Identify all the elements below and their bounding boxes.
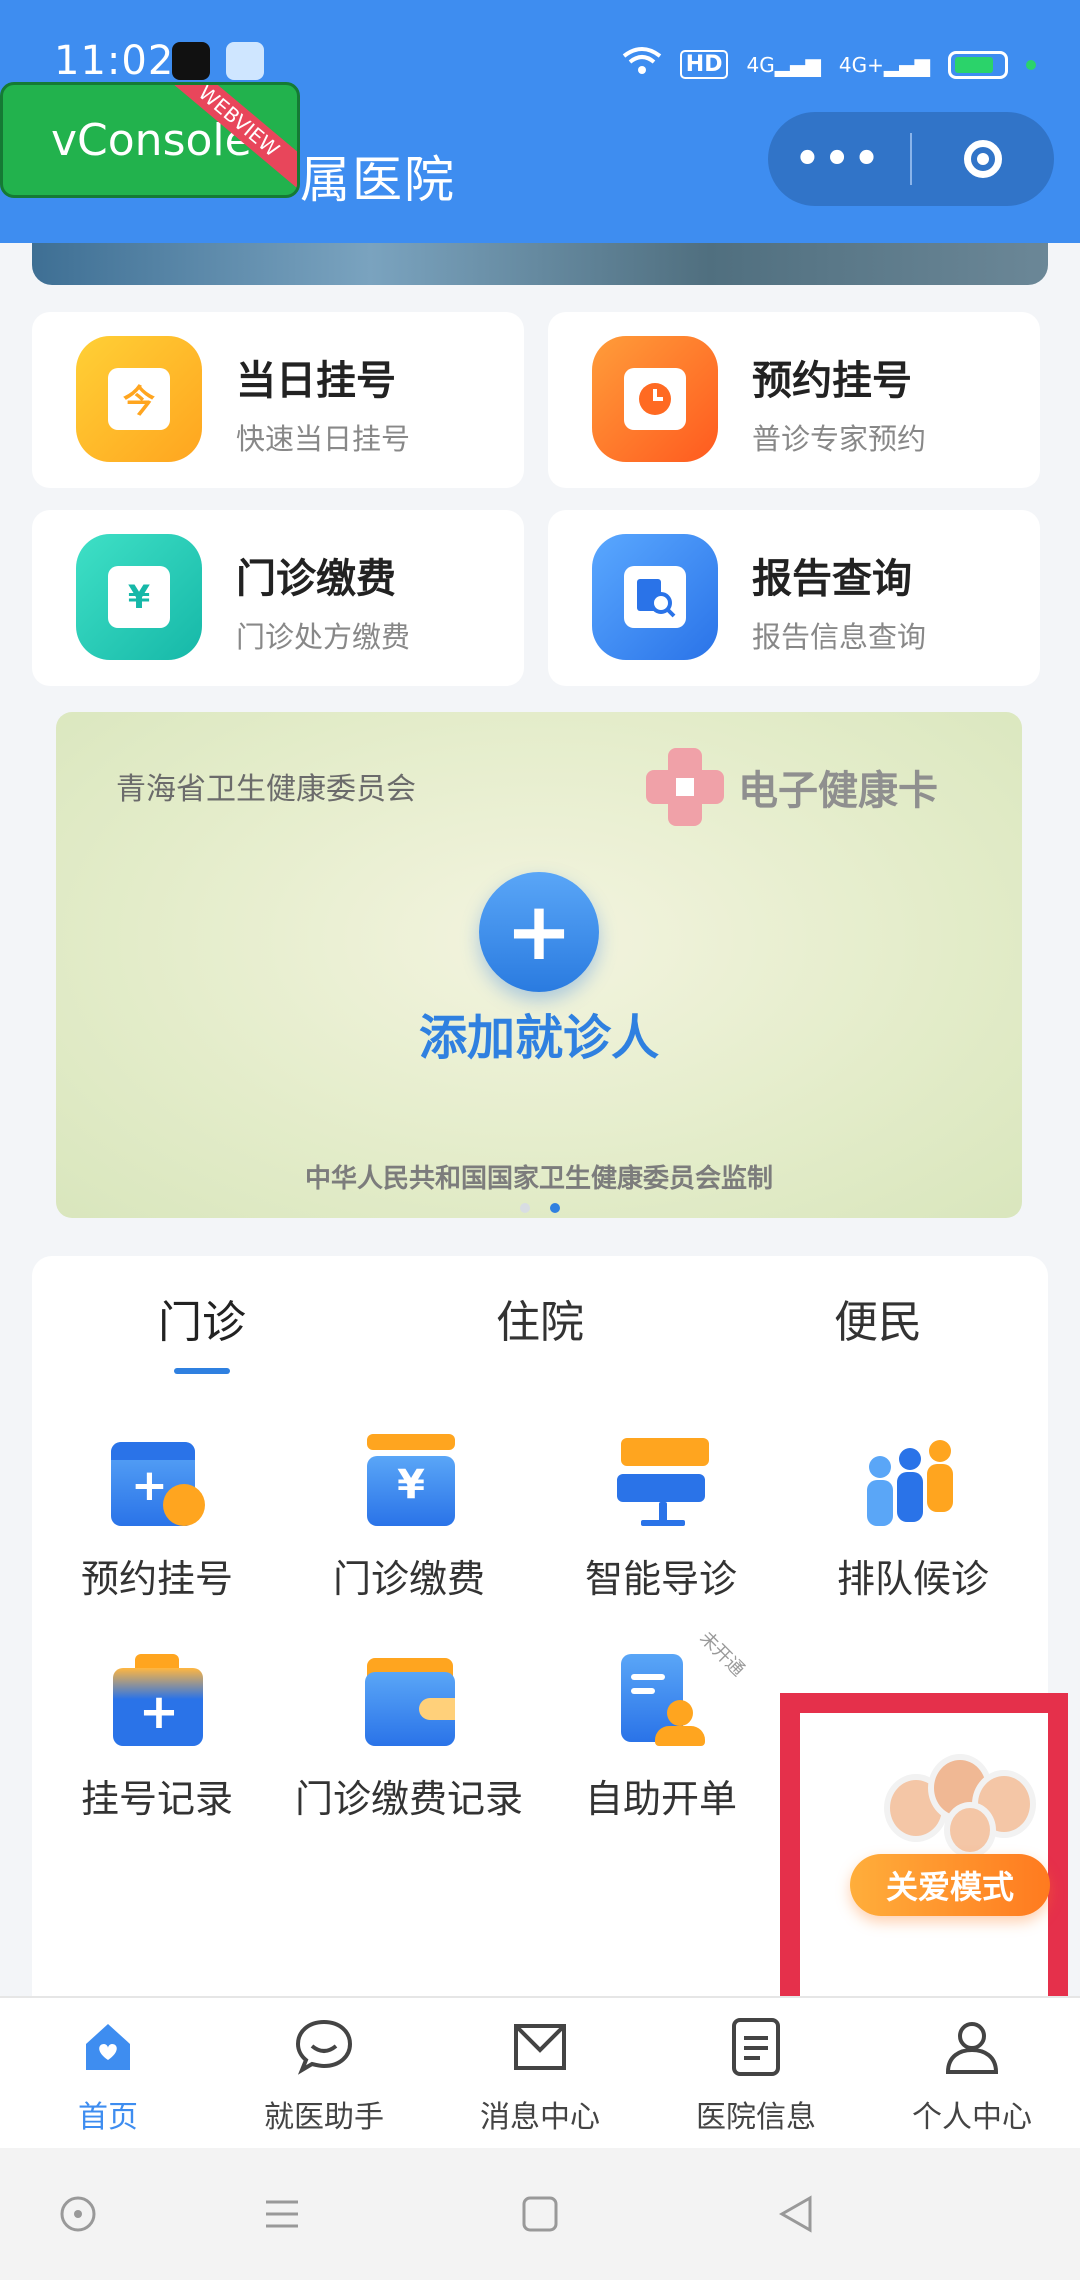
vconsole-button[interactable]: vConsole WEBVIEW (0, 82, 300, 198)
add-patient-label[interactable]: 添加就诊人 (56, 998, 1022, 1068)
service-label: 排队候诊 (836, 1557, 989, 1601)
qq-app-icon (172, 42, 210, 80)
calendar-today-icon: 今 (76, 336, 202, 462)
care-mode-button[interactable]: 关爱模式 (850, 1854, 1050, 1916)
service-smart-guide[interactable]: 智能导诊 (536, 1434, 786, 1603)
battery-icon (948, 50, 1008, 79)
tab-underline (174, 1368, 230, 1374)
status-time: 11:02 (54, 38, 175, 84)
report-search-icon (592, 534, 718, 660)
nav-messages[interactable]: 消息中心 (432, 2016, 648, 2136)
health-card-logo: 电子健康卡 (646, 748, 938, 826)
bottom-nav: 首页 就医助手 消息中心 医院信息 个人中心 (0, 1996, 1080, 2150)
service-label: 智能导诊 (584, 1557, 737, 1601)
wallet-icon (363, 1654, 455, 1746)
case-plus-icon: + (111, 1654, 203, 1746)
nav-hospital-info[interactable]: 医院信息 (648, 2016, 864, 2136)
health-card-issuer: 青海省卫生健康委员会 (116, 772, 416, 807)
more-icon[interactable]: ••• (768, 136, 910, 182)
home-heart-icon (78, 2016, 138, 2076)
close-miniprogram-icon[interactable] (912, 140, 1054, 178)
service-label: 自助开单 (584, 1777, 737, 1821)
chat-bubble-icon (294, 2016, 354, 2076)
quick-card-title: 当日挂号 (236, 358, 396, 404)
service-queue[interactable]: 排队候诊 (788, 1434, 1038, 1603)
health-card-footer: 中华人民共和国国家卫生健康委员会监制 (304, 1164, 773, 1194)
nav-label: 消息中心 (480, 2100, 600, 2135)
yen-box-icon: ¥ (363, 1434, 455, 1526)
tab-outpatient[interactable]: 门诊 (158, 1286, 246, 1350)
miniprogram-capsule: ••• (768, 112, 1054, 206)
back-triangle-icon[interactable] (776, 2194, 816, 2238)
nav-label: 就医助手 (264, 2100, 384, 2135)
quick-card-title: 报告查询 (752, 556, 912, 602)
red-cross-icon (646, 748, 724, 826)
page-title: 属医院 (300, 151, 456, 209)
payment-box-icon: ¥ (76, 534, 202, 660)
nav-label: 首页 (78, 2100, 138, 2135)
queue-people-icon (867, 1434, 959, 1526)
service-registration-records[interactable]: + 挂号记录 (32, 1654, 282, 1823)
charging-dot (1026, 59, 1036, 70)
service-label: 挂号记录 (80, 1777, 233, 1821)
nav-profile[interactable]: 个人中心 (864, 2016, 1080, 2136)
nav-label: 个人中心 (912, 2100, 1032, 2135)
service-self-order[interactable]: 未开通 自助开单 (536, 1628, 786, 1823)
elderly-family-icon (868, 1740, 1038, 1860)
electronic-health-card[interactable]: 青海省卫生健康委员会 电子健康卡 + 添加就诊人 中华人民共和国国家卫生健康委员… (56, 712, 1022, 1218)
quick-card-subtitle: 普诊专家预约 (752, 422, 927, 456)
carousel-dot-active[interactable] (550, 1203, 560, 1213)
quick-card-same-day-registration[interactable]: 今 当日挂号 快速当日挂号 (32, 312, 524, 488)
quick-card-subtitle: 门诊处方缴费 (236, 620, 411, 654)
assistant-circle-icon[interactable] (58, 2194, 98, 2238)
service-outpatient-payment[interactable]: ¥ 门诊缴费 (284, 1434, 534, 1603)
hd-badge: HD (679, 50, 729, 79)
app-notification-icon (226, 42, 264, 80)
service-payment-records[interactable]: 门诊缴费记录 (284, 1654, 534, 1823)
service-label: 预约挂号 (80, 1557, 233, 1601)
quick-card-title: 预约挂号 (752, 358, 912, 404)
person-icon (942, 2016, 1002, 2076)
service-label: 门诊缴费记录 (294, 1777, 523, 1821)
mail-icon (510, 2016, 570, 2076)
quick-card-subtitle: 快速当日挂号 (236, 422, 411, 456)
nav-medical-assistant[interactable]: 就医助手 (216, 2016, 432, 2136)
quick-card-subtitle: 报告信息查询 (752, 620, 927, 654)
home-square-icon[interactable] (520, 2194, 560, 2238)
status-icons: HD 4G▂▄▆ 4G+▂▄▆ (622, 46, 1036, 83)
menu-icon[interactable] (262, 2194, 302, 2238)
nav-home[interactable]: 首页 (0, 2016, 216, 2136)
calendar-plus-icon: + (111, 1434, 205, 1526)
signal-2-icon: 4G+▂▄▆ (838, 52, 930, 77)
signal-1-icon: 4G▂▄▆ (746, 52, 821, 77)
hospital-banner-image[interactable] (32, 243, 1048, 285)
health-card-brand: 电子健康卡 (738, 768, 938, 814)
signpost-icon (615, 1434, 709, 1526)
calendar-clock-icon (592, 336, 718, 462)
quick-card-title: 门诊缴费 (236, 556, 396, 602)
quick-card-report-query[interactable]: 报告查询 报告信息查询 (548, 510, 1040, 686)
carousel-dot[interactable] (520, 1203, 530, 1213)
tab-inpatient[interactable]: 住院 (496, 1286, 584, 1350)
service-label: 门诊缴费 (332, 1557, 485, 1601)
info-document-icon (726, 2016, 786, 2076)
wifi-icon (622, 46, 662, 83)
service-appointment[interactable]: + 预约挂号 (32, 1434, 282, 1603)
quick-card-outpatient-payment[interactable]: ¥ 门诊缴费 门诊处方缴费 (32, 510, 524, 686)
add-patient-button[interactable]: + (479, 872, 599, 992)
nav-label: 医院信息 (696, 2100, 816, 2135)
tab-convenience[interactable]: 便民 (834, 1286, 922, 1350)
quick-card-appointment[interactable]: 预约挂号 普诊专家预约 (548, 312, 1040, 488)
document-person-icon (615, 1654, 707, 1746)
system-nav-bar (0, 2148, 1080, 2280)
